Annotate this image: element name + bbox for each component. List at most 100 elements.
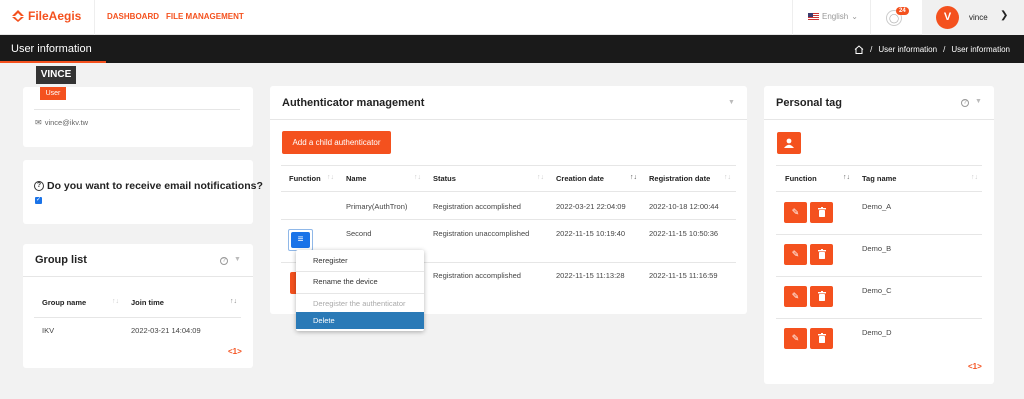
logo[interactable]: FileAegis (12, 9, 81, 23)
email-notification-card (23, 160, 253, 224)
add-child-authenticator-button[interactable]: Add a child authenticator (282, 131, 391, 154)
logo-text: FileAegis (28, 9, 82, 23)
sort-icon[interactable]: ↑↓ (327, 174, 334, 181)
logo-icon (12, 10, 24, 22)
collapse-caret-icon[interactable]: ▼ (234, 256, 241, 263)
column-header-group-name[interactable]: Group name (42, 298, 86, 307)
pagination[interactable]: <1> (968, 362, 982, 371)
notification-question-text: Do you want to receive email notificatio… (47, 180, 263, 192)
authenticator-title: Authenticator management (282, 97, 425, 109)
collapse-caret-icon[interactable]: ▼ (728, 99, 735, 106)
edit-tag-button[interactable]: ✎ (784, 286, 807, 307)
authenticator-status-cell: Registration accomplished (433, 202, 521, 211)
menu-item-delete[interactable]: Delete (296, 312, 424, 329)
email-row: ✉ vince@ikv.tw (35, 118, 88, 127)
edit-tag-button[interactable]: ✎ (784, 328, 807, 349)
edit-icon: ✎ (791, 333, 800, 343)
tag-name-cell: Demo_B (862, 244, 892, 253)
divider (764, 119, 994, 120)
sort-icon[interactable]: ↑↓ (537, 174, 544, 181)
authenticator-created-cell: 2022-03-21 22:04:09 (556, 202, 626, 211)
trash-icon (817, 333, 826, 343)
collapse-caret-icon[interactable]: ▼ (975, 98, 982, 105)
profile-name: VINCE (36, 66, 76, 84)
nav-dashboard[interactable]: DASHBOARD (107, 12, 159, 21)
email-notification-checkbox[interactable]: ✓ (35, 197, 42, 204)
delete-tag-button[interactable] (810, 286, 833, 307)
divider (281, 165, 736, 166)
breadcrumb: / User information / User information (854, 45, 1010, 54)
tag-name-cell: Demo_A (862, 202, 892, 211)
title-underline (0, 61, 106, 63)
breadcrumb-separator: / (870, 45, 873, 54)
column-header-join-time[interactable]: Join time (131, 298, 164, 307)
column-header-tag-name[interactable]: Tag name (862, 174, 896, 183)
authenticator-status-cell: Registration unaccomplished (433, 229, 530, 238)
edit-tag-button[interactable]: ✎ (784, 202, 807, 223)
divider (23, 276, 253, 277)
column-header-status[interactable]: Status (433, 174, 456, 183)
column-header-registration-date[interactable]: Registration date (649, 174, 710, 183)
delete-tag-button[interactable] (810, 202, 833, 223)
authenticator-registered-cell: 2022-11-15 10:50:36 (649, 229, 719, 238)
divider (870, 0, 871, 35)
sort-icon[interactable]: ↑↓ (112, 298, 119, 305)
group-list-title: Group list (35, 254, 87, 266)
avatar[interactable]: V (936, 6, 959, 29)
column-header-name[interactable]: Name (346, 174, 366, 183)
trash-icon (817, 249, 826, 259)
page-title: User information (11, 43, 92, 55)
authenticator-status-cell: Registration accomplished (433, 271, 521, 280)
divider (776, 191, 982, 192)
sort-icon[interactable]: ↑↓ (230, 298, 237, 305)
us-flag-icon (808, 13, 819, 20)
language-select[interactable]: English ⌄ (808, 12, 858, 21)
column-header-function[interactable]: Function (289, 174, 321, 183)
sort-ascending-icon[interactable]: ↑↓ (630, 174, 637, 181)
column-header-creation-date[interactable]: Creation date (556, 174, 604, 183)
sort-icon[interactable]: ↑↓ (414, 174, 421, 181)
pagination[interactable]: <1> (228, 347, 242, 356)
trash-icon (817, 291, 826, 301)
menu-item-reregister[interactable]: Reregister (296, 252, 424, 269)
function-dropdown-menu: Reregister Rename the device Deregister … (296, 250, 424, 331)
help-icon[interactable]: ? (220, 257, 228, 265)
function-menu-button[interactable]: ≡ (291, 232, 310, 248)
nav-file-management[interactable]: FILE MANAGEMENT (166, 12, 244, 21)
email-text: vince@ikv.tw (44, 118, 89, 127)
authenticator-registered-cell: 2022-11-15 11:16:59 (649, 271, 718, 280)
edit-tag-button[interactable]: ✎ (784, 244, 807, 265)
breadcrumb-item: User information (951, 45, 1010, 54)
sort-icon[interactable]: ↑↓ (971, 174, 978, 181)
divider (776, 165, 982, 166)
authenticator-name-cell: Primary(AuthTron) (346, 202, 408, 211)
user-icon (784, 138, 794, 148)
divider (281, 191, 736, 192)
chevron-down-icon[interactable]: ❯ (1000, 10, 1008, 21)
chevron-down-icon: ⌄ (851, 12, 858, 21)
menu-item-rename-device[interactable]: Rename the device (296, 273, 424, 290)
edit-icon: ✎ (791, 291, 800, 301)
delete-tag-button[interactable] (810, 328, 833, 349)
divider (296, 293, 424, 294)
divider (296, 271, 424, 272)
authenticator-name-cell: Second (346, 229, 372, 238)
help-icon[interactable]: ? (961, 99, 969, 107)
divider (776, 318, 982, 319)
divider (34, 109, 240, 110)
role-badge: User (40, 87, 66, 100)
user-name[interactable]: vince (969, 13, 988, 22)
breadcrumb-item[interactable]: User information (878, 45, 937, 54)
authenticator-registered-cell: 2022-10-18 12:00:44 (649, 202, 719, 211)
home-icon[interactable] (854, 45, 864, 54)
sort-icon[interactable]: ↑↓ (843, 174, 850, 181)
join-time-cell: 2022-03-21 14:04:09 (131, 326, 201, 335)
breadcrumb-separator: / (943, 45, 946, 54)
question-icon: ? (34, 181, 44, 191)
add-tag-button[interactable] (777, 132, 801, 154)
delete-tag-button[interactable] (810, 244, 833, 265)
column-header-function[interactable]: Function (785, 174, 817, 183)
divider (776, 234, 982, 235)
tag-name-cell: Demo_D (862, 328, 892, 337)
sort-icon[interactable]: ↑↓ (724, 174, 731, 181)
